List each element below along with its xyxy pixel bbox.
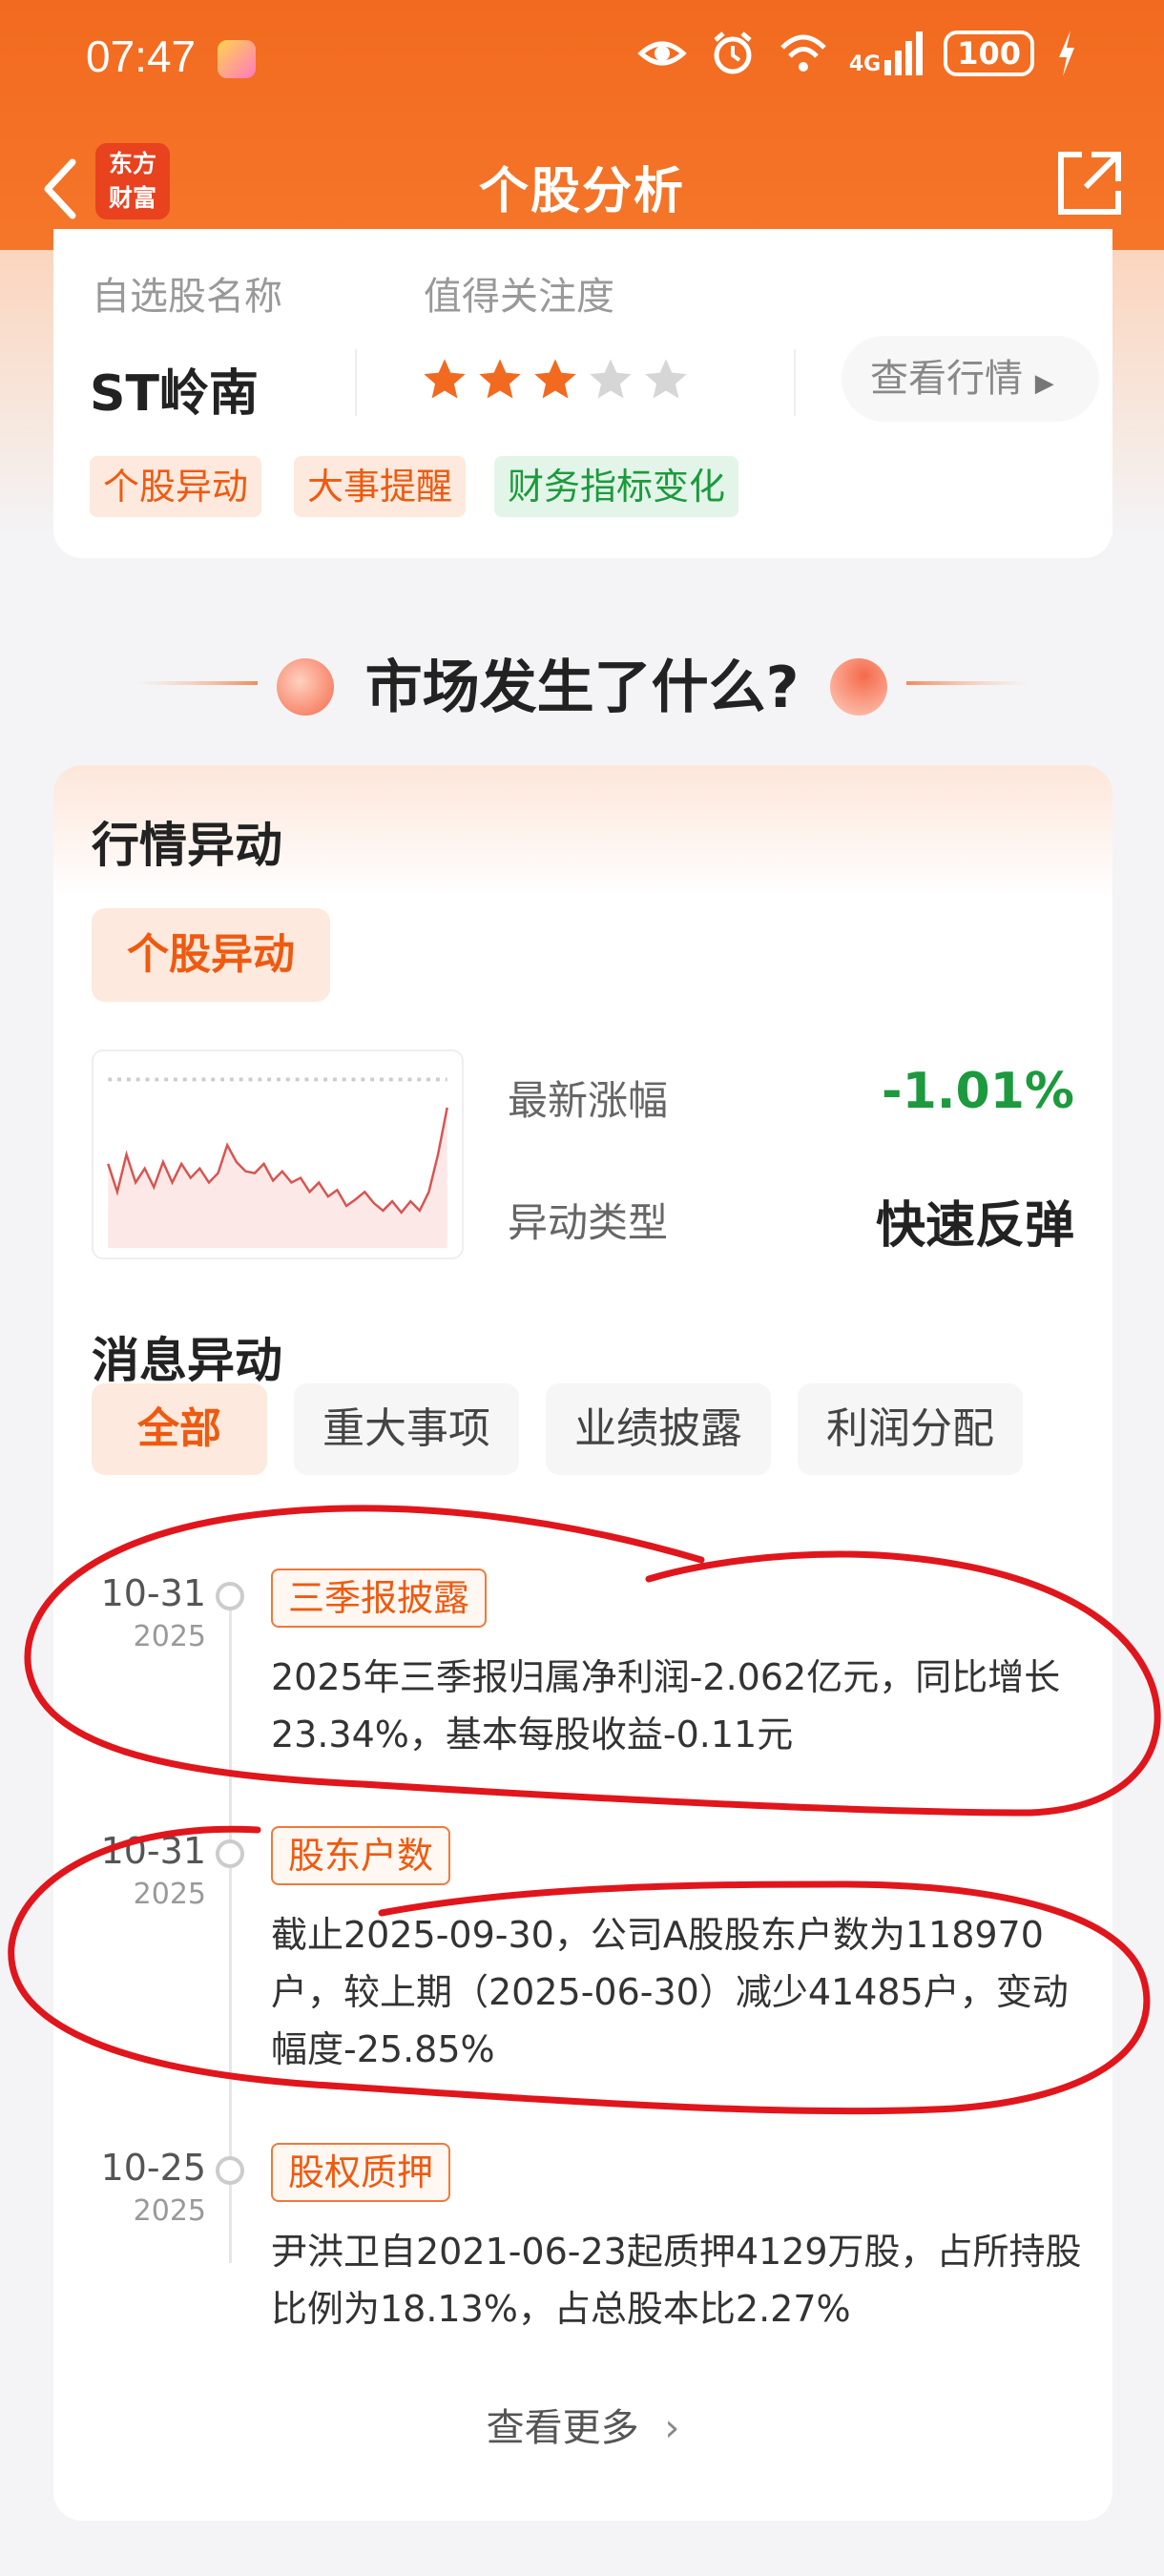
view-quote-label: 查看行情 xyxy=(870,357,1023,401)
battery-level: 100 xyxy=(944,31,1034,76)
tab-profit-distribution[interactable]: 利润分配 xyxy=(798,1383,1023,1475)
timeline-dot xyxy=(216,1839,244,1868)
event-date: 10-25 xyxy=(100,2147,206,2189)
attention-rating xyxy=(420,355,691,405)
view-quote-button[interactable]: 查看行情 ▶ xyxy=(842,336,1099,422)
price-sparkline xyxy=(92,1049,464,1259)
tab-major-matters[interactable]: 重大事项 xyxy=(294,1383,519,1475)
tab-all[interactable]: 全部 xyxy=(92,1383,267,1475)
page-title: 个股分析 xyxy=(478,163,685,220)
tag-financial-changes[interactable]: 财务指标变化 xyxy=(494,456,739,517)
event-date: 10-31 xyxy=(100,1572,206,1614)
tab-earnings[interactable]: 业绩披露 xyxy=(546,1383,771,1475)
star-empty-icon xyxy=(590,359,632,399)
network-type: 4G xyxy=(848,52,882,76)
event-date: 10-31 xyxy=(100,1830,206,1872)
status-time: 07:47 xyxy=(86,31,197,81)
status-bar: 07:47 4G 100 xyxy=(0,0,1164,114)
notification-app-icon xyxy=(218,40,256,78)
anomaly-type-label: 异动类型 xyxy=(508,1199,669,1246)
signal-icon: 4G xyxy=(848,31,924,76)
news-heading: 消息异动 xyxy=(92,1333,282,1388)
divider xyxy=(355,349,357,416)
event-text[interactable]: 2025年三季报归属净利润-2.062亿元，同比增长23.34%，基本每股收益-… xyxy=(271,1649,1091,1763)
view-more-button[interactable]: 查看更多 › xyxy=(53,2397,1112,2452)
stock-name: ST岭南 xyxy=(90,365,259,423)
stock-card: 自选股名称 值得关注度 ST岭南 查看行情 ▶ 个股异动 大事提醒 财务指标变化 xyxy=(53,229,1112,558)
stock-anomaly-pill[interactable]: 个股异动 xyxy=(92,908,330,1002)
event-tag[interactable]: 三季报披露 xyxy=(271,1568,488,1628)
caret-right-icon: ▶ xyxy=(1034,369,1054,398)
section-title: 市场发生了什么? xyxy=(364,654,800,721)
star-empty-icon xyxy=(645,359,687,399)
chevron-right-icon: › xyxy=(664,2406,680,2450)
stock-name-header: 自选股名称 xyxy=(92,275,282,319)
share-icon[interactable] xyxy=(1053,147,1126,219)
charging-icon xyxy=(1059,31,1074,76)
navigation-bar: 东方 财富 个股分析 xyxy=(0,134,1164,239)
alarm-icon xyxy=(714,31,752,74)
event-year: 2025 xyxy=(133,1878,206,1911)
timeline-dot xyxy=(216,2156,244,2185)
news-tabs: 全部 重大事项 业绩披露 利润分配 xyxy=(92,1383,1023,1475)
wifi-icon xyxy=(780,34,826,72)
anomaly-type-value: 快速反弹 xyxy=(875,1197,1074,1255)
view-more-label: 查看更多 xyxy=(486,2406,639,2450)
star-filled-icon xyxy=(534,359,576,399)
timeline-dot xyxy=(216,1582,244,1610)
star-filled-icon xyxy=(424,359,466,399)
event-text[interactable]: 截止2025-09-30，公司A股股东户数为118970户，较上期（2025-0… xyxy=(271,1906,1091,2078)
event-year: 2025 xyxy=(133,2194,206,2228)
analysis-card: 行情异动 个股异动 最新涨幅 -1.01% 异动类型 快速反弹 消息异动 全部 … xyxy=(53,765,1112,2521)
latest-change-label: 最新涨幅 xyxy=(508,1077,669,1124)
attention-header: 值得关注度 xyxy=(424,275,614,319)
event-year: 2025 xyxy=(133,1620,206,1653)
eye-icon xyxy=(637,41,687,66)
event-tag[interactable]: 股权质押 xyxy=(271,2143,451,2202)
event-tag[interactable]: 股东户数 xyxy=(271,1826,451,1885)
tag-stock-anomaly[interactable]: 个股异动 xyxy=(90,456,262,517)
star-filled-icon xyxy=(479,359,521,399)
market-heading: 行情异动 xyxy=(92,818,282,873)
tag-major-events[interactable]: 大事提醒 xyxy=(294,456,467,517)
event-text[interactable]: 尹洪卫自2021-06-23起质押4129万股，占所持股比例为18.13%，占总… xyxy=(271,2223,1091,2337)
latest-change-value: -1.01% xyxy=(882,1063,1074,1120)
divider xyxy=(794,349,796,416)
